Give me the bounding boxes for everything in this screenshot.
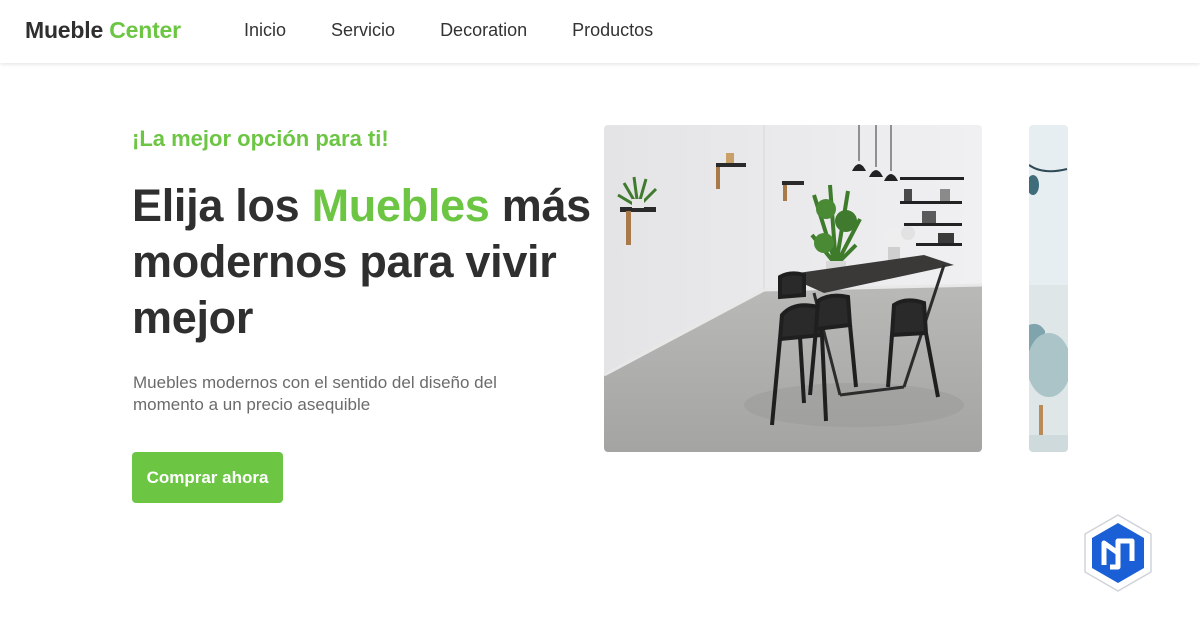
dining-room-photo (604, 125, 982, 452)
living-room-photo-partial (1029, 125, 1068, 452)
nav-link-decoration[interactable]: Decoration (440, 20, 527, 41)
brand-name-accent: Center (109, 17, 181, 43)
hero-headline: Elija los Muebles más modernos para vivi… (132, 178, 592, 346)
hero-tagline: ¡La mejor opción para ti! (132, 126, 389, 151)
buy-now-button[interactable]: Comprar ahora (132, 452, 283, 503)
headline-text-start: Elija los (132, 180, 312, 231)
nav-link-inicio[interactable]: Inicio (244, 20, 286, 41)
brand-name-primary: Mueble (25, 17, 110, 43)
top-navbar: Mueble Center Inicio Servicio Decoration… (0, 0, 1200, 63)
main-nav: Inicio Servicio Decoration Productos (244, 20, 698, 41)
hero-description: Muebles modernos con el sentido del dise… (133, 373, 497, 414)
hexagon-logo-icon[interactable] (1082, 513, 1154, 593)
nav-link-servicio[interactable]: Servicio (331, 20, 395, 41)
brand-logo[interactable]: Mueble Center (25, 17, 181, 44)
nav-link-productos[interactable]: Productos (572, 20, 653, 41)
headline-accent-word: Muebles (311, 180, 490, 231)
